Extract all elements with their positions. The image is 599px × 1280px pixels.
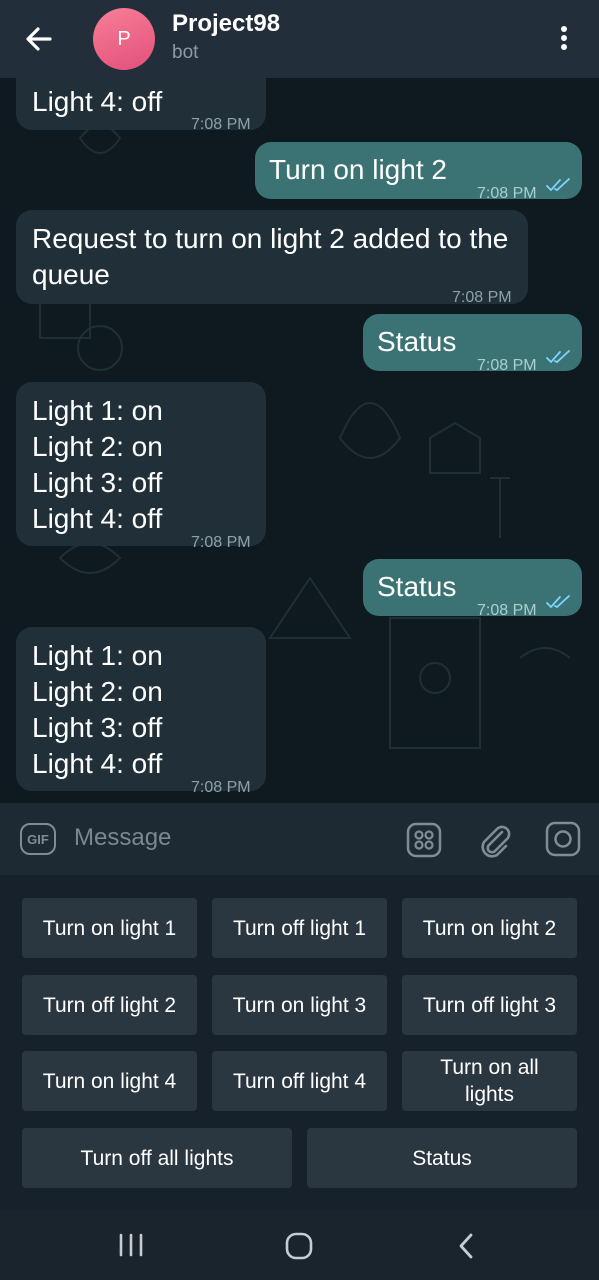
chat-header: P Project98 bot [0,0,599,78]
message-text: Light 1: on Light 2: on Light 3: off Lig… [32,640,163,779]
message-input[interactable]: Message [74,824,171,852]
message-incoming[interactable]: Request to turn on light 2 added to the … [16,210,528,306]
more-vertical-icon[interactable] [552,24,576,52]
read-ticks-icon [546,595,570,609]
keyboard-button[interactable]: Turn off light 4 [212,1051,387,1111]
message-time: 7:08 PM [477,185,537,202]
gif-button[interactable]: GIF [20,823,56,855]
nav-back-icon[interactable] [455,1231,477,1261]
keyboard-button[interactable]: Turn off light 3 [402,975,577,1035]
message-outgoing[interactable]: Status 7:08 PM [363,559,582,619]
camera-icon[interactable] [545,821,581,857]
keyboard-button[interactable]: Status [307,1128,577,1188]
home-icon[interactable] [284,1231,314,1261]
message-text: Light 4: off [32,86,163,117]
keyboard-button[interactable]: Turn off all lights [22,1128,292,1188]
keyboard-button[interactable]: Turn off light 1 [212,898,387,958]
message-outgoing[interactable]: Status 7:08 PM [363,314,582,374]
message-time: 7:08 PM [477,602,537,619]
message-time: 7:08 PM [191,116,251,133]
message-text: Turn on light 2 [269,154,447,185]
sticker-grid-icon[interactable] [406,822,442,858]
message-text: Status [377,571,457,602]
message-time: 7:08 PM [191,779,251,796]
message-time: 7:08 PM [452,289,512,306]
message-text: Light 1: on Light 2: on Light 3: off Lig… [32,395,163,534]
message-text: Request to turn on light 2 added to the … [32,223,509,290]
message-incoming[interactable]: Light 1: on Light 2: on Light 3: off Lig… [16,627,266,796]
paperclip-icon[interactable] [478,822,512,858]
read-ticks-icon [546,350,570,364]
message-incoming[interactable]: Light 1: on Light 2: on Light 3: off Lig… [16,382,266,551]
message-time: 7:08 PM [477,357,537,374]
arrow-left-icon[interactable] [22,22,56,56]
keyboard-button[interactable]: Turn on light 4 [22,1051,197,1111]
system-navigation-bar [0,1210,599,1280]
read-ticks-icon [546,178,570,192]
keyboard-button[interactable]: Turn on all lights [402,1051,577,1111]
message-incoming[interactable]: Light 4: off 7:08 PM [16,78,266,133]
gif-label: GIF [27,831,49,847]
avatar[interactable]: P [93,8,155,70]
recents-icon[interactable] [117,1232,145,1258]
message-text: Status [377,326,457,357]
message-time: 7:08 PM [191,534,251,551]
chat-title[interactable]: Project98 [172,10,280,38]
keyboard-button[interactable]: Turn on light 3 [212,975,387,1035]
keyboard-button[interactable]: Turn on light 1 [22,898,197,958]
keyboard-button[interactable]: Turn off light 2 [22,975,197,1035]
avatar-letter: P [117,27,131,50]
chat-area[interactable]: Light 4: off 7:08 PM Turn on light 2 7:0… [0,78,599,803]
keyboard-button[interactable]: Turn on light 2 [402,898,577,958]
chat-subtitle: bot [172,42,199,63]
message-outgoing[interactable]: Turn on light 2 7:08 PM [255,142,582,202]
